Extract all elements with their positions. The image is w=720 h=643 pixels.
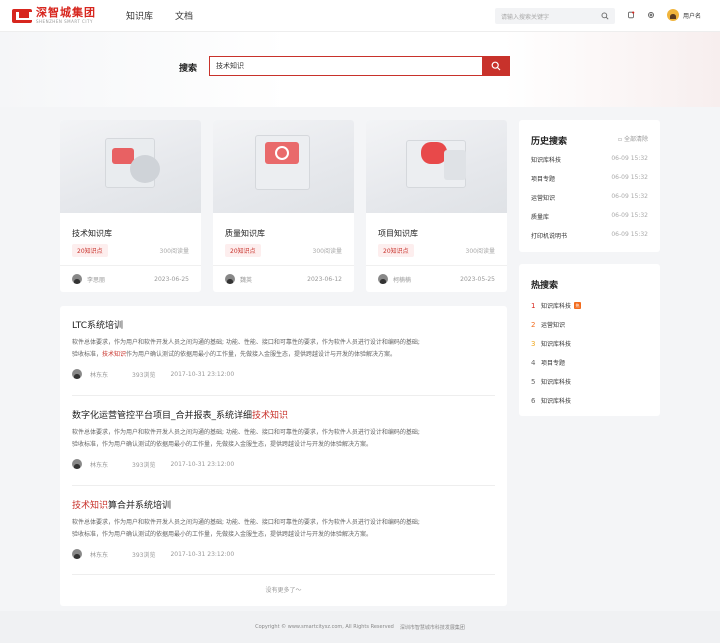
avatar [225,274,235,284]
history-item[interactable]: 运营知识 06-09 15:32 [531,193,648,202]
read-count: 300阅读量 [312,248,342,255]
result-description: 软件总体要求，作为用户和软件开发人员之间沟通的基础; 功能、性能、接口和可靠性的… [72,519,420,538]
search-button[interactable] [482,56,510,76]
kb-card-quality[interactable]: 质量知识库 20知识点 300阅读量 魏英 2023-06-12 [213,120,354,292]
result-date: 2017-10-31 23:12:00 [170,550,235,558]
search-icon [491,61,501,71]
logo-mark [12,8,32,23]
logo[interactable]: 深智城集团 SHENZHEN SMART CITY [12,7,112,24]
avatar [667,9,679,21]
clear-history-button[interactable]: ▫ 全部清除 [618,134,648,143]
result-description: 软件总体要求，作为用户和软件开发人员之间沟通的基础; 功能、性能、接口和可靠性的… [72,339,420,358]
hot-item[interactable]: 1 知识库科技热 [531,301,582,310]
history-item[interactable]: 质量库 06-09 15:32 [531,212,648,221]
copyright: Copyright © www.smartcitysz.com, All Rig… [255,624,394,630]
result-author: 林东东 [90,461,109,469]
top-header: 深智城集团 SHENZHEN SMART CITY 知识库 文档 请输入搜索关键… [0,0,720,32]
history-item[interactable]: 知识库科技 06-09 15:32 [531,155,648,164]
result-views: 393浏览 [132,371,156,379]
avatar [72,459,82,469]
result-title[interactable]: LTC系统培训 [72,318,495,331]
notification-icon[interactable] [626,10,636,20]
hot-item[interactable]: 6 知识库科技 [531,396,571,406]
no-more-text: 没有更多了～ [265,587,302,594]
hot-badge: 热 [574,302,582,309]
main-search-input[interactable]: 技术知识 [209,56,510,76]
knowledge-count-badge: 20知识点 [225,244,261,257]
result-date: 2017-10-31 23:12:00 [170,460,235,468]
logo-text: 深智城集团 [36,6,96,19]
username: 用户名 [683,12,702,20]
user-menu[interactable]: 用户名 [667,9,701,21]
avatar [72,369,82,379]
kb-card-illustration [366,120,507,213]
kb-card-title: 技术知识库 [72,229,112,238]
knowledge-count-badge: 20知识点 [378,244,414,257]
kb-card-tech[interactable]: 技术知识库 20知识点 300阅读量 李思丽 2023-06-25 [60,120,201,292]
history-title: 历史搜索 [531,137,568,147]
read-count: 300阅读量 [159,248,189,255]
kb-card-title: 质量知识库 [225,229,265,238]
history-panel: 历史搜索 ▫ 全部清除 知识库科技 06-09 15:32 项目专题 06-09 1… [519,120,660,252]
search-results: LTC系统培训 软件总体要求，作为用户和软件开发人员之间沟通的基础; 功能、性能… [60,306,507,606]
nav-documents[interactable]: 文档 [175,9,193,22]
card-date: 2023-06-25 [154,275,189,283]
avatar [72,549,82,559]
result-views: 393浏览 [132,461,156,469]
kb-card-project[interactable]: 项目知识库 20知识点 300阅读量 柯楠楠 2023-05-25 [366,120,507,292]
result-item[interactable]: LTC系统培训 软件总体要求，作为用户和软件开发人员之间沟通的基础; 功能、性能… [72,318,495,396]
hot-search-panel: 热搜索 1 知识库科技热 2 运营知识 3 知识库科技 4 项目专题 5 知识库科技 6知… [519,264,660,416]
result-author: 林东东 [90,551,109,559]
card-date: 2023-06-12 [307,275,342,283]
result-views: 393浏览 [132,551,156,559]
result-author: 林东东 [90,371,109,379]
avatar [72,274,82,284]
read-count: 300阅读量 [465,248,495,255]
result-description: 软件总体要求，作为用户和软件开发人员之间沟通的基础; 功能、性能、接口和可靠性的… [72,429,420,448]
author-name: 李思丽 [87,276,106,284]
company-name: 深圳市智慧城市科技发展集团 [399,624,465,631]
history-item[interactable]: 项目专题 06-09 15:32 [531,174,648,183]
author-name: 魏英 [240,276,253,284]
kb-card-illustration [60,120,201,213]
avatar [378,274,388,284]
knowledge-count-badge: 20知识点 [72,244,108,257]
result-title[interactable]: 数字化运营管控平台项目_合并报表_系统详细技术知识 [72,408,495,421]
search-icon[interactable] [601,12,609,20]
hot-item[interactable]: 3 知识库科技 [531,339,571,349]
search-value[interactable]: 技术知识 [210,61,482,71]
hot-title: 热搜索 [531,281,559,291]
search-label: 搜索 [179,64,198,74]
result-date: 2017-10-31 23:12:00 [170,370,235,378]
result-title[interactable]: 技术知识算合并系统培训 [72,498,495,511]
result-item[interactable]: 数字化运营管控平台项目_合并报表_系统详细技术知识 软件总体要求，作为用户和软件… [72,408,495,486]
hot-item[interactable]: 5 知识库科技 [531,377,571,387]
result-item[interactable]: 技术知识算合并系统培训 软件总体要求，作为用户和软件开发人员之间沟通的基础; 功… [72,498,495,575]
header-search-placeholder: 请输入搜索关键字 [501,13,550,21]
footer: Copyright © www.smartcitysz.com, All Rig… [0,611,720,643]
history-item[interactable]: 打印机说明书 06-09 15:32 [531,231,648,240]
kb-card-title: 项目知识库 [378,229,418,238]
card-date: 2023-05-25 [460,275,495,283]
header-search-input[interactable]: 请输入搜索关键字 [495,8,615,24]
main-nav: 知识库 文档 [126,9,215,22]
hot-item[interactable]: 4 项目专题 [531,358,565,368]
gear-icon[interactable] [646,10,656,20]
hot-item[interactable]: 2 运营知识 [531,320,565,330]
author-name: 柯楠楠 [393,276,412,284]
logo-subtext: SHENZHEN SMART CITY [36,19,93,24]
kb-card-illustration [213,120,354,213]
nav-knowledge-base[interactable]: 知识库 [126,9,153,22]
